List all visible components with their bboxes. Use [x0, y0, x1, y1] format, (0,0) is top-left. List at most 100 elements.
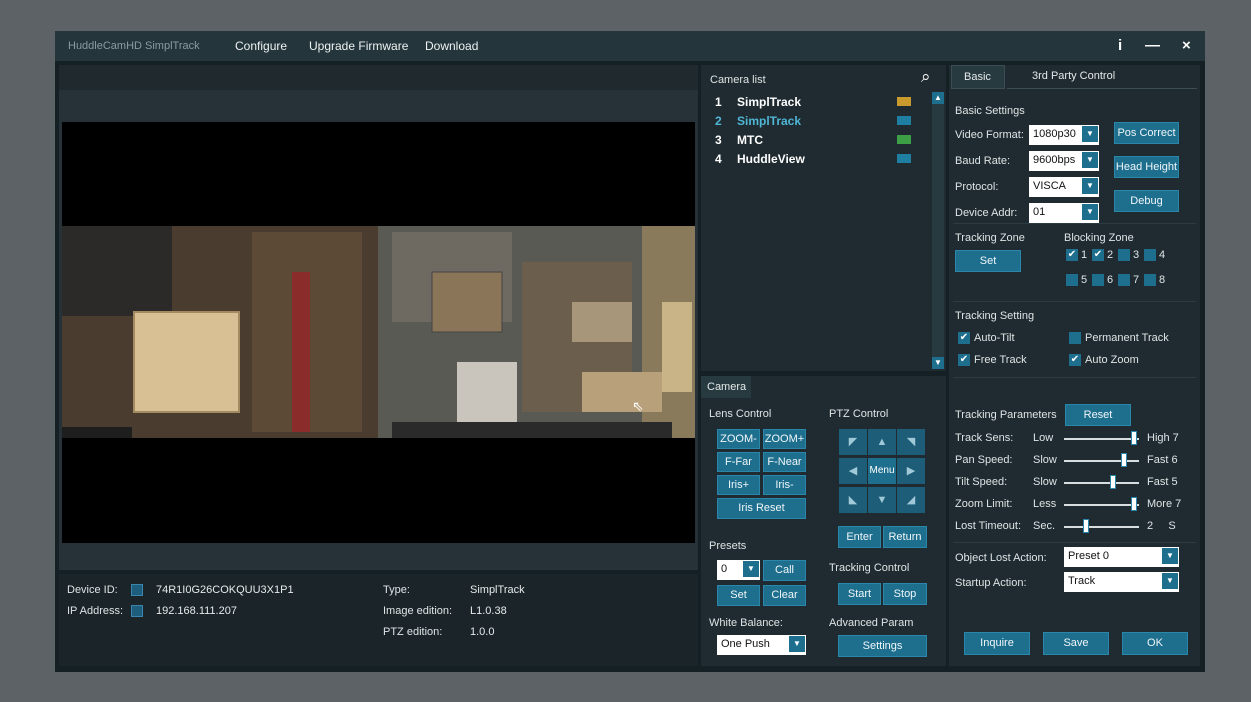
- pos-correct-button[interactable]: Pos Correct: [1114, 122, 1179, 144]
- focus-far-button[interactable]: F-Far: [717, 452, 760, 472]
- blocking-zone-1-checkbox[interactable]: ✔: [1066, 249, 1078, 261]
- reset-parameters-button[interactable]: Reset: [1065, 404, 1131, 426]
- tab-basic[interactable]: Basic: [951, 65, 1005, 89]
- menu-configure[interactable]: Configure: [235, 39, 287, 53]
- video-format-select[interactable]: 1080p30 ▼: [1029, 125, 1099, 145]
- camera-list-item-1[interactable]: 1 SimplTrack: [711, 92, 926, 111]
- enter-button[interactable]: Enter: [838, 526, 881, 548]
- divider: [953, 223, 1196, 224]
- stop-tracking-button[interactable]: Stop: [883, 583, 927, 605]
- device-addr-select[interactable]: 01 ▼: [1029, 203, 1099, 223]
- blocking-zone-7-checkbox[interactable]: [1118, 274, 1130, 286]
- set-preset-button[interactable]: Set: [717, 585, 760, 606]
- blocking-zone-6-checkbox[interactable]: [1092, 274, 1104, 286]
- save-button[interactable]: Save: [1043, 632, 1109, 655]
- tab-camera[interactable]: Camera: [701, 376, 751, 398]
- zoom-limit-thumb[interactable]: [1131, 497, 1137, 511]
- camera-list-item-2[interactable]: 2 SimplTrack: [711, 111, 926, 130]
- free-track-checkbox[interactable]: ✔: [958, 354, 970, 366]
- tracking-zone-title: Tracking Zone: [955, 232, 1025, 244]
- focus-near-button[interactable]: F-Near: [763, 452, 806, 472]
- auto-zoom-checkbox[interactable]: ✔: [1069, 354, 1081, 366]
- copy-device-id-icon[interactable]: [131, 584, 143, 596]
- device-id-value: 74R1I0G26COKQUU3X1P1: [156, 584, 294, 596]
- tilt-speed-slider[interactable]: [1064, 482, 1139, 484]
- video-preview[interactable]: ⇖: [62, 122, 695, 543]
- ptz-menu-button[interactable]: Menu: [868, 458, 896, 484]
- track-sens-high-label: High 7: [1147, 432, 1179, 444]
- ptz-right-icon[interactable]: ▶: [897, 458, 925, 484]
- ptz-up-right-icon[interactable]: ◥: [897, 429, 925, 455]
- lost-timeout-thumb[interactable]: [1083, 519, 1089, 533]
- startup-action-select[interactable]: Track ▼: [1064, 572, 1179, 592]
- tilt-speed-low-label: Slow: [1033, 476, 1057, 488]
- chevron-down-icon: ▼: [743, 561, 759, 577]
- set-tracking-zone-button[interactable]: Set: [955, 250, 1021, 272]
- copy-ip-icon[interactable]: [131, 605, 143, 617]
- baud-rate-label: Baud Rate:: [955, 155, 1011, 167]
- protocol-select[interactable]: VISCA ▼: [1029, 177, 1099, 197]
- object-lost-action-label: Object Lost Action:: [955, 552, 1047, 564]
- clear-preset-button[interactable]: Clear: [763, 585, 806, 606]
- camera-list-item-3[interactable]: 3 MTC: [711, 130, 926, 149]
- auto-tilt-checkbox[interactable]: ✔: [958, 332, 970, 344]
- menu-download[interactable]: Download: [425, 39, 478, 53]
- minimize-button[interactable]: —: [1145, 37, 1160, 54]
- blocking-zone-8-checkbox[interactable]: [1144, 274, 1156, 286]
- tilt-speed-label: Tilt Speed:: [955, 476, 1008, 488]
- search-icon[interactable]: ⌕: [921, 67, 931, 87]
- blocking-zone-2-checkbox[interactable]: ✔: [1092, 249, 1104, 261]
- blocking-zone-2-label: 2: [1107, 249, 1114, 261]
- camera-list-scrollbar[interactable]: ▲ ▼: [932, 92, 944, 369]
- track-sens-thumb[interactable]: [1131, 431, 1137, 445]
- settings-button[interactable]: Settings: [838, 635, 927, 657]
- track-sens-low-label: Low: [1033, 432, 1054, 444]
- baud-rate-select[interactable]: 9600bps ▼: [1029, 151, 1099, 171]
- ptz-down-left-icon[interactable]: ◣: [839, 487, 867, 513]
- ptz-up-icon[interactable]: ▲: [868, 429, 896, 455]
- call-preset-button[interactable]: Call: [763, 560, 806, 581]
- zoom-in-button[interactable]: ZOOM+: [763, 429, 806, 449]
- close-button[interactable]: ×: [1182, 37, 1191, 54]
- blocking-zone-4-checkbox[interactable]: [1144, 249, 1156, 261]
- app-window: HuddleCamHD SimplTrack Configure Upgrade…: [55, 31, 1205, 672]
- lost-timeout-slider[interactable]: [1064, 526, 1139, 528]
- zoom-out-button[interactable]: ZOOM-: [717, 429, 760, 449]
- white-balance-select[interactable]: One Push ▼: [717, 635, 806, 655]
- ptz-up-left-icon[interactable]: ◤: [839, 429, 867, 455]
- ptz-down-icon[interactable]: ▼: [868, 487, 896, 513]
- tilt-speed-thumb[interactable]: [1110, 475, 1116, 489]
- inquire-button[interactable]: Inquire: [964, 632, 1030, 655]
- video-format-label: Video Format:: [955, 129, 1024, 141]
- preset-select[interactable]: 0 ▼: [717, 560, 760, 580]
- return-button[interactable]: Return: [883, 526, 927, 548]
- pan-speed-low-label: Slow: [1033, 454, 1057, 466]
- iris-minus-button[interactable]: Iris-: [763, 475, 806, 495]
- scroll-down-icon[interactable]: ▼: [932, 357, 944, 369]
- permanent-track-checkbox[interactable]: [1069, 332, 1081, 344]
- head-height-button[interactable]: Head Height: [1114, 156, 1179, 178]
- iris-reset-button[interactable]: Iris Reset: [717, 498, 806, 519]
- camera-list-item-4[interactable]: 4 HuddleView: [711, 149, 926, 168]
- ptz-left-icon[interactable]: ◀: [839, 458, 867, 484]
- blocking-zone-3-checkbox[interactable]: [1118, 249, 1130, 261]
- start-tracking-button[interactable]: Start: [838, 583, 881, 605]
- pan-speed-thumb[interactable]: [1121, 453, 1127, 467]
- zoom-limit-slider[interactable]: [1064, 504, 1139, 506]
- pan-speed-slider[interactable]: [1064, 460, 1139, 462]
- permanent-track-label: Permanent Track: [1085, 332, 1169, 344]
- iris-plus-button[interactable]: Iris+: [717, 475, 760, 495]
- info-button[interactable]: i: [1118, 37, 1122, 54]
- debug-button[interactable]: Debug: [1114, 190, 1179, 212]
- chevron-down-icon: ▼: [1162, 573, 1178, 589]
- camera-list-title: Camera list: [710, 74, 766, 86]
- camera-list-panel: Camera list ⌕ 1 SimplTrack 2 SimplTrack …: [701, 65, 946, 371]
- object-lost-action-select[interactable]: Preset 0 ▼: [1064, 547, 1179, 567]
- blocking-zone-5-checkbox[interactable]: [1066, 274, 1078, 286]
- menu-upgrade-firmware[interactable]: Upgrade Firmware: [309, 39, 408, 53]
- ptz-down-right-icon[interactable]: ◢: [897, 487, 925, 513]
- ok-button[interactable]: OK: [1122, 632, 1188, 655]
- scroll-up-icon[interactable]: ▲: [932, 92, 944, 104]
- tab-3rd-party-control[interactable]: 3rd Party Control: [1007, 65, 1197, 89]
- track-sens-slider[interactable]: [1064, 438, 1139, 440]
